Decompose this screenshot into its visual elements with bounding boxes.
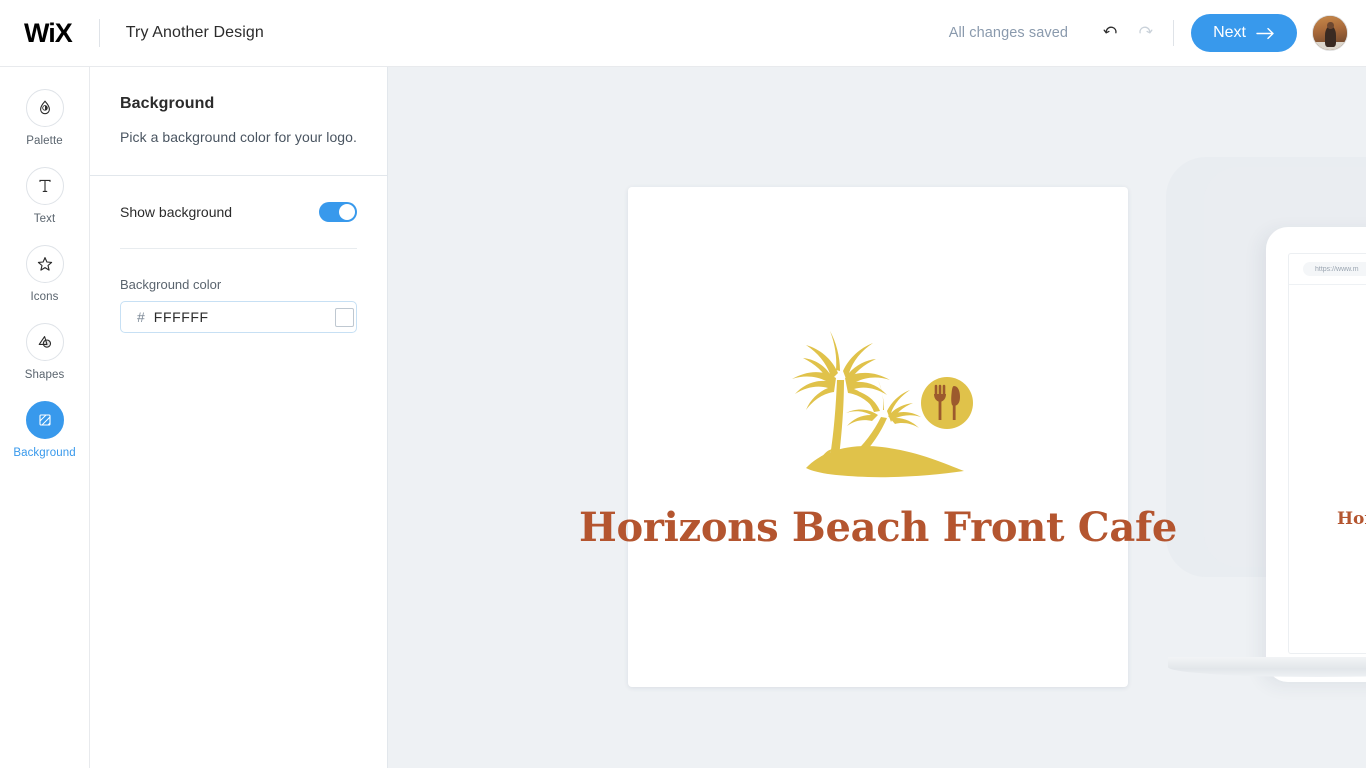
device-mockup: https://www.m Hor <box>1166 67 1366 682</box>
show-background-row: Show background <box>120 176 357 248</box>
sidebar-item-background-label: Background <box>13 447 76 459</box>
show-background-label: Show background <box>120 204 233 220</box>
sidebar-item-palette-label: Palette <box>26 135 63 147</box>
mockup-browser-divider <box>1289 284 1366 285</box>
undo-button[interactable] <box>1094 16 1128 50</box>
sidebar-item-text[interactable]: Text <box>0 167 89 225</box>
mockup-logo-text: Hor <box>1337 509 1366 529</box>
wix-logo-maker-app: WiX Try Another Design All changes saved… <box>0 0 1366 768</box>
app-header: WiX Try Another Design All changes saved… <box>0 0 1366 67</box>
sidebar-item-background-circle <box>25 401 64 439</box>
sidebar-item-text-circle <box>25 167 64 205</box>
sidebar-item-icons-label: Icons <box>30 291 59 303</box>
panel-inner-divider <box>120 248 357 249</box>
avatar[interactable] <box>1312 15 1348 51</box>
mockup-url-bar: https://www.m <box>1303 262 1366 276</box>
sidebar-item-palette-circle <box>25 89 64 127</box>
star-icon <box>37 257 52 271</box>
mockup-device-frame: https://www.m Hor <box>1266 227 1366 682</box>
palm-island-logo-art <box>792 331 973 478</box>
sidebar-item-icons-circle <box>25 245 64 283</box>
background-color-label: Background color <box>120 277 222 292</box>
page-title: Try Another Design <box>125 24 264 41</box>
save-status-text: All changes saved <box>948 25 1069 41</box>
color-swatch-button[interactable] <box>334 307 354 327</box>
header-actions: All changes saved Next <box>949 14 1366 52</box>
panel-title: Background <box>120 95 215 112</box>
redo-button[interactable] <box>1128 16 1162 50</box>
logo-content: Horizons Beach Front Cafe <box>579 187 1177 687</box>
redo-icon <box>1139 26 1153 34</box>
background-color-input[interactable] <box>153 309 335 325</box>
background-icon <box>38 414 51 426</box>
sun-plate-circle <box>921 377 973 429</box>
sidebar-item-icons[interactable]: Icons <box>0 245 89 303</box>
preview-stage: https://www.m Hor <box>388 67 1366 768</box>
sidebar-item-text-label: Text <box>33 213 56 225</box>
droplet-icon <box>39 100 50 115</box>
mockup-screen: https://www.m Hor <box>1288 253 1366 654</box>
sidebar-rail: Palette Text Icons Shapes Background <box>0 67 90 768</box>
background-panel: Background Pick a background color for y… <box>90 67 388 768</box>
palm-tree-large <box>792 331 890 461</box>
next-button[interactable]: Next <box>1191 14 1297 52</box>
mockup-stand-base <box>1168 657 1366 677</box>
header-divider <box>98 19 100 47</box>
sidebar-item-shapes-label: Shapes <box>24 369 65 381</box>
shapes-icon <box>38 336 51 348</box>
panel-body: Show background Background color # <box>90 176 387 333</box>
next-button-label: Next <box>1213 24 1246 41</box>
wix-brand-logo[interactable]: WiX <box>24 18 73 49</box>
toggle-knob <box>339 204 355 220</box>
background-color-field[interactable]: # <box>120 301 357 333</box>
logo-canvas[interactable]: Horizons Beach Front Cafe <box>579 187 1177 687</box>
sidebar-item-shapes[interactable]: Shapes <box>0 323 89 381</box>
sidebar-item-shapes-circle <box>25 323 64 361</box>
sidebar-item-background[interactable]: Background <box>0 401 89 459</box>
text-t-icon <box>38 179 51 192</box>
undo-icon <box>1103 26 1117 34</box>
panel-header: Background Pick a background color for y… <box>90 67 387 145</box>
logo-business-name: Horizons Beach Front Cafe <box>578 504 1178 551</box>
show-background-toggle[interactable] <box>319 202 357 222</box>
arrow-right-icon <box>1256 27 1274 39</box>
hash-symbol: # <box>137 309 145 325</box>
panel-subtitle: Pick a background color for your logo. <box>120 129 357 145</box>
sidebar-item-palette[interactable]: Palette <box>0 89 89 147</box>
mockup-url-text: https://www.m <box>1315 265 1359 273</box>
header-action-separator <box>1173 20 1175 46</box>
